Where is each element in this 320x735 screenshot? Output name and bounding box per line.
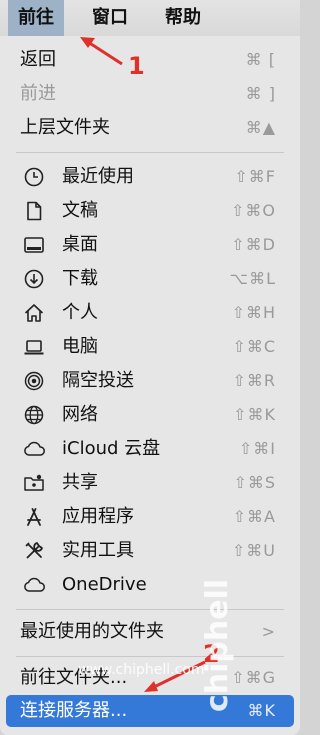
menu-item-icloud-drive[interactable]: iCloud 云盘 ⇧⌘I — [0, 433, 300, 465]
shortcut-label: ⇧⌘O — [231, 201, 276, 220]
menu-item-network[interactable]: 网络 ⇧⌘K — [0, 399, 300, 431]
menu-item-recent-folders[interactable]: 最近使用的文件夹 > — [0, 616, 300, 648]
menu-item-label: 连接服务器... — [20, 700, 128, 721]
separator — [16, 656, 284, 657]
menu-item-onedrive[interactable]: OneDrive — [0, 569, 300, 601]
menu-window[interactable]: 窗口 — [92, 0, 128, 36]
menu-item-applications[interactable]: 应用程序 ⇧⌘A — [0, 501, 300, 533]
menu-item-label: 网络 — [62, 404, 98, 425]
airdrop-icon — [22, 369, 46, 393]
shortcut-label: ⇧⌘D — [231, 235, 276, 254]
menu-item-enclosing-folder[interactable]: 上层文件夹 ⌘▲ — [0, 112, 300, 144]
menu-item-label: 桌面 — [62, 234, 98, 255]
menu-bar: 前往 窗口 帮助 — [0, 0, 300, 36]
submenu-chevron-icon: > — [261, 622, 276, 641]
watermark-logo: chiphell — [200, 578, 235, 712]
shortcut-label: ⇧⌘S — [233, 473, 276, 492]
shortcut-label: ⇧⌘I — [238, 439, 276, 458]
shortcut-label: ⌘▲ — [245, 118, 276, 137]
menu-item-label: 前进 — [20, 83, 56, 104]
menu-item-label: 个人 — [62, 302, 98, 323]
shortcut-label: ⇧⌘H — [231, 303, 276, 322]
menu-item-label: 最近使用 — [62, 166, 134, 187]
shortcut-label: ⇧⌘A — [232, 507, 276, 526]
desktop-icon — [22, 233, 46, 257]
menu-item-recents[interactable]: 最近使用 ⇧⌘F — [0, 161, 300, 193]
laptop-icon — [22, 335, 46, 359]
menu-item-label: 文稿 — [62, 200, 98, 221]
menu-help[interactable]: 帮助 — [165, 0, 201, 36]
menu-item-forward: 前进 ⌘ ] — [0, 78, 300, 110]
menu-item-label: 隔空投送 — [62, 370, 134, 391]
go-menu-dropdown: 返回 ⌘ [ 前进 ⌘ ] 上层文件夹 ⌘▲ 最近使用 ⇧⌘F 文稿 ⇧⌘O 桌… — [0, 36, 300, 735]
menu-item-computer[interactable]: 电脑 ⇧⌘C — [0, 331, 300, 363]
shortcut-label: ⌘ ] — [245, 84, 276, 103]
shortcut-label: ⇧⌘F — [234, 167, 276, 186]
menu-item-label: 共享 — [62, 472, 98, 493]
menu-item-label: 电脑 — [62, 336, 98, 357]
shortcut-label: ⌥⌘L — [229, 269, 276, 288]
shortcut-label: ⌘K — [247, 701, 276, 720]
shortcut-label: ⇧⌘G — [231, 668, 276, 687]
shared-folder-icon — [22, 471, 46, 495]
home-icon — [22, 301, 46, 325]
menu-item-label: 实用工具 — [62, 540, 134, 561]
cloud-icon — [22, 573, 46, 597]
menu-item-label: OneDrive — [62, 574, 147, 595]
shortcut-label: ⌘ [ — [245, 50, 276, 69]
shortcut-label: ⇧⌘C — [232, 337, 276, 356]
separator — [16, 152, 284, 153]
menu-item-label: 下载 — [62, 268, 98, 289]
menu-item-label: 上层文件夹 — [20, 117, 110, 138]
tools-icon — [22, 539, 46, 563]
menu-item-airdrop[interactable]: 隔空投送 ⇧⌘R — [0, 365, 300, 397]
menu-item-documents[interactable]: 文稿 ⇧⌘O — [0, 195, 300, 227]
shortcut-label: ⇧⌘R — [232, 371, 276, 390]
menu-item-desktop[interactable]: 桌面 ⇧⌘D — [0, 229, 300, 261]
menu-item-shared[interactable]: 共享 ⇧⌘S — [0, 467, 300, 499]
annotation-number-1: 1 — [128, 52, 145, 80]
clock-icon — [22, 165, 46, 189]
menu-item-back[interactable]: 返回 ⌘ [ — [0, 44, 300, 76]
globe-icon — [22, 403, 46, 427]
menu-item-label: 最近使用的文件夹 — [20, 621, 164, 642]
shortcut-label: ⇧⌘K — [233, 405, 276, 424]
menu-go[interactable]: 前往 — [8, 0, 64, 36]
applications-icon — [22, 505, 46, 529]
separator — [16, 609, 284, 610]
watermark-url: www.chiphell.com — [78, 662, 205, 678]
cloud-icon — [22, 437, 46, 461]
menu-item-home[interactable]: 个人 ⇧⌘H — [0, 297, 300, 329]
menu-item-label: 返回 — [20, 49, 56, 70]
shortcut-label: ⇧⌘U — [231, 541, 276, 560]
menu-item-label: iCloud 云盘 — [62, 438, 161, 459]
download-icon — [22, 267, 46, 291]
document-icon — [22, 199, 46, 223]
menu-item-downloads[interactable]: 下载 ⌥⌘L — [0, 263, 300, 295]
menu-item-utilities[interactable]: 实用工具 ⇧⌘U — [0, 535, 300, 567]
menu-item-label: 应用程序 — [62, 506, 134, 527]
menu-item-connect-to-server[interactable]: 连接服务器... ⌘K — [6, 695, 294, 727]
